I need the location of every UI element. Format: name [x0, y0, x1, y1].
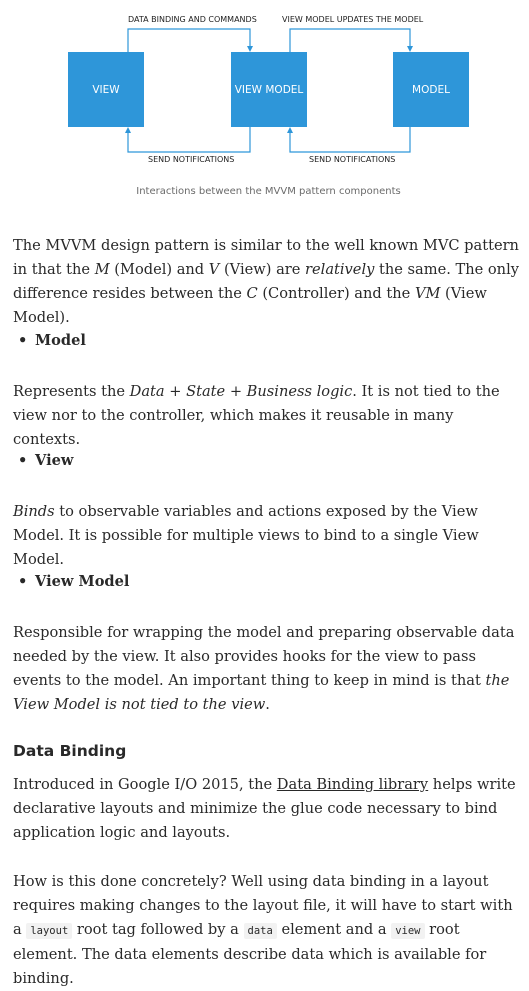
arrowhead [125, 127, 131, 133]
label-data-binding-commands: DATA BINDING AND COMMANDS [128, 15, 257, 24]
mvvm-diagram: DATA BINDING AND COMMANDS VIEW MODEL UPD… [0, 0, 529, 180]
connector-data-binding [127, 28, 251, 52]
code-view: view [391, 923, 425, 939]
view-model-paragraph: Responsible for wrapping the model and p… [13, 624, 515, 713]
data-binding-heading: Data Binding [13, 742, 127, 760]
code-data: data [243, 923, 277, 939]
model-box: MODEL [393, 52, 469, 127]
bullet-model: • Model [18, 332, 86, 349]
code-layout: layout [26, 923, 73, 939]
model-paragraph: Represents the Data + State + Business l… [13, 383, 500, 448]
view-box: VIEW [68, 52, 144, 127]
bullet-view: • View [18, 452, 74, 469]
figure-caption: Interactions between the MVVM pattern co… [136, 186, 401, 197]
connector-update-model [289, 28, 411, 52]
connector-send-notifications-left [127, 127, 251, 153]
label-send-notifications-right: SEND NOTIFICATIONS [309, 155, 396, 164]
label-send-notifications-left: SEND NOTIFICATIONS [148, 155, 235, 164]
connector-send-notifications-right [289, 127, 411, 153]
intro-paragraph: The MVVM design pattern is similar to th… [13, 237, 519, 326]
view-paragraph: Binds to observable variables and action… [13, 503, 479, 568]
data-binding-paragraph: Introduced in Google I/O 2015, the Data … [13, 776, 516, 841]
label-view-model-updates-model: VIEW MODEL UPDATES THE MODEL [282, 15, 424, 24]
how-paragraph: How is this done concretely? Well using … [13, 873, 513, 987]
data-binding-library-link[interactable]: Data Binding library [277, 776, 428, 793]
view-model-box: VIEW MODEL [231, 52, 307, 127]
bullet-view-model: • View Model [18, 573, 130, 590]
arrowhead [287, 127, 293, 133]
